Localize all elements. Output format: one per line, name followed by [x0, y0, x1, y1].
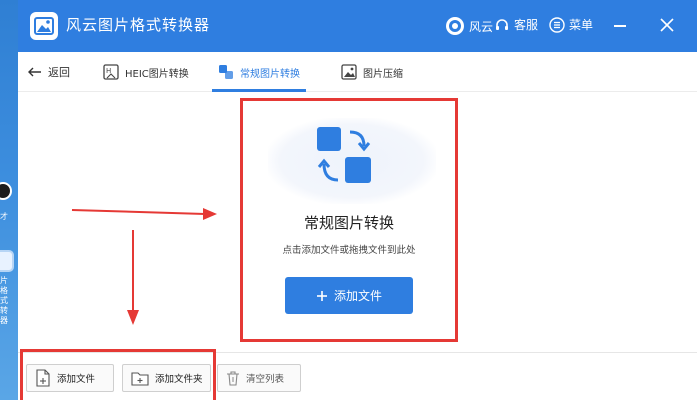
tab-label: HEIC图片转换	[125, 68, 189, 80]
minimize-icon[interactable]	[614, 25, 626, 27]
tab-bar: 返回 H HEIC图片转换 常规图片转换 图片压缩	[18, 52, 697, 92]
headset-icon	[496, 18, 508, 30]
menu-button[interactable]: 菜单	[549, 16, 593, 33]
menu-label: 菜单	[569, 18, 594, 32]
clear-list-button[interactable]: 清空列表	[217, 364, 301, 392]
annotation-box-toolbar	[20, 349, 216, 400]
app-title: 风云图片格式转换器	[66, 16, 211, 34]
menu-icon	[549, 16, 565, 33]
arrow-left-icon	[28, 67, 41, 77]
app-logo-icon	[30, 12, 58, 40]
image-compress-icon	[341, 64, 357, 80]
desktop-background: 才 片格式转 器	[0, 0, 18, 400]
desktop-converter-icon[interactable]	[0, 250, 14, 272]
tab-image-compress[interactable]: 图片压缩	[341, 62, 403, 82]
tab-heic-convert[interactable]: H HEIC图片转换	[103, 62, 189, 82]
tab-normal-convert[interactable]: 常规图片转换	[218, 62, 300, 82]
back-label: 返回	[48, 66, 70, 79]
app-window: 风云图片格式转换器 风云 客服 菜单 返回 H HEIC图片转换 常规图片转换 …	[18, 0, 697, 400]
back-button[interactable]: 返回	[28, 64, 70, 80]
convert-icon	[219, 65, 233, 79]
fengyun-link[interactable]: 风云	[445, 16, 493, 36]
customer-service-label: 客服	[514, 18, 539, 32]
tab-label: 常规图片转换	[240, 68, 300, 80]
close-icon[interactable]	[660, 18, 674, 32]
trash-icon	[227, 371, 239, 386]
annotation-box-drop-zone	[240, 98, 458, 342]
active-tab-indicator	[212, 89, 306, 92]
desktop-icon-label: 片格式转 器	[0, 276, 8, 325]
desktop-icon-label: 才	[0, 212, 8, 221]
title-bar: 风云图片格式转换器 风云 客服 菜单	[18, 0, 697, 52]
tab-label: 图片压缩	[363, 68, 403, 80]
clear-list-label: 清空列表	[246, 374, 285, 385]
heic-icon: H	[103, 64, 119, 80]
customer-service-button[interactable]: 客服	[494, 16, 538, 33]
fengyun-label: 风云	[469, 19, 494, 34]
fengyun-logo-icon	[446, 17, 464, 35]
desktop-app-icon[interactable]	[0, 182, 12, 200]
